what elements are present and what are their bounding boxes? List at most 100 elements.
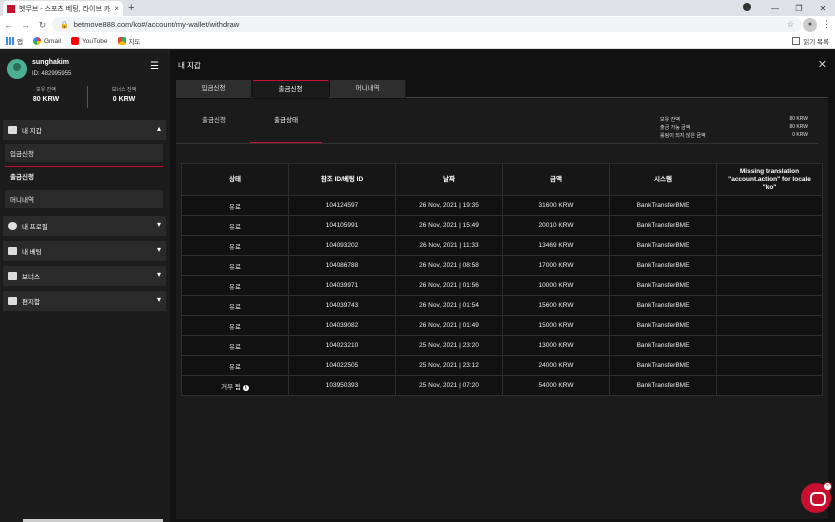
status-cell: 유료: [181, 195, 289, 216]
amount-cell: 54000 KRW: [502, 375, 610, 396]
avatar[interactable]: [7, 59, 27, 79]
bookmark-star-icon[interactable]: ☆: [787, 20, 794, 29]
browser-menu-icon[interactable]: ⋮: [822, 19, 831, 30]
close-tab-icon[interactable]: ×: [114, 4, 119, 13]
subtab-withdraw-request[interactable]: 출금신청: [178, 107, 250, 143]
status-cell-text: 유료: [229, 283, 241, 291]
amount-cell-text: 15600 KRW: [538, 302, 574, 309]
sidebar-item-bets[interactable]: 내 베팅 ▾: [3, 241, 166, 261]
sidebar-item-bonus[interactable]: 보너스 ▾: [3, 266, 166, 286]
status-cell-text: 유료: [229, 263, 241, 271]
reload-icon[interactable]: ↻: [34, 20, 51, 31]
profile-icon[interactable]: ●: [803, 18, 817, 32]
sidebar-item-profile[interactable]: 내 프로필 ▾: [3, 216, 166, 236]
date-cell: 26 Nov, 2021 | 15:49: [395, 215, 503, 236]
chat-close-badge[interactable]: ×: [823, 482, 832, 491]
status-cell: 유료: [181, 315, 289, 336]
bonus-label: 보너스 잔액: [111, 87, 137, 93]
status-cell-text: 거부 됨: [221, 383, 241, 391]
subtab-withdraw-status[interactable]: 출금상태: [250, 107, 322, 143]
tab-deposit[interactable]: 입금신청: [176, 80, 252, 98]
reference-id-cell-text: 104039743: [325, 302, 359, 309]
reading-list-button[interactable]: 읽기 목록: [792, 36, 829, 46]
tab-money-history[interactable]: 머니내역: [330, 80, 406, 98]
action-cell[interactable]: [716, 355, 823, 376]
bookmark-maps[interactable]: 지도: [117, 36, 140, 46]
date-cell: 26 Nov, 2021 | 19:35: [395, 195, 503, 216]
sidebar-item-withdraw[interactable]: 출금신청: [5, 167, 163, 185]
bookmark-gmail[interactable]: Gmail: [32, 37, 61, 45]
action-cell[interactable]: [716, 235, 823, 256]
tab-withdraw[interactable]: 출금신청: [253, 80, 329, 98]
status-cell: 유료: [181, 295, 289, 316]
address-bar[interactable]: 🔒 betmove888.com/ko#/account/my-wallet/w…: [52, 17, 802, 32]
amount-cell-text: 20010 KRW: [538, 222, 574, 229]
chevron-down-icon: ▾: [156, 295, 161, 304]
lock-icon: 🔒: [60, 21, 69, 29]
system-cell-text: BankTransferBME: [636, 282, 690, 289]
action-cell[interactable]: [716, 195, 823, 216]
system-cell: BankTransferBME: [609, 375, 717, 396]
action-cell[interactable]: [716, 275, 823, 296]
action-cell[interactable]: [716, 295, 823, 316]
action-cell[interactable]: [716, 255, 823, 276]
sidebar-item-deposit[interactable]: 입금신청: [5, 144, 163, 162]
reference-id-cell-text: 103950393: [325, 382, 359, 389]
system-cell-text: BankTransferBME: [636, 302, 690, 309]
system-cell-text: BankTransferBME: [636, 202, 690, 209]
user-card: sunghakim ID: 482995955 ☰: [7, 58, 163, 84]
status-cell: 유료: [181, 335, 289, 356]
bookmark-apps[interactable]: 앱: [6, 36, 23, 46]
status-cell-text: 유료: [229, 223, 241, 231]
system-cell: BankTransferBME: [609, 335, 717, 356]
action-cell[interactable]: [716, 335, 823, 356]
reference-id-cell: 104124597: [288, 195, 396, 216]
browser-tab[interactable]: 벳무브 - 스포츠 베팅, 라이브 카지노 ×: [3, 1, 123, 16]
date-cell-text: 26 Nov, 2021 | 01:54: [419, 302, 479, 309]
new-tab-button[interactable]: +: [128, 2, 134, 14]
system-cell: BankTransferBME: [609, 235, 717, 256]
chevron-down-icon: ▾: [156, 270, 161, 279]
action-cell[interactable]: [716, 215, 823, 236]
back-icon[interactable]: ←: [0, 20, 17, 30]
date-cell-text: 26 Nov, 2021 | 11:33: [419, 242, 479, 249]
reference-id-cell-text: 104039971: [325, 282, 359, 289]
date-cell-text: 26 Nov, 2021 | 15:49: [419, 222, 479, 229]
minimize-button[interactable]: —: [763, 4, 787, 13]
balance-value: 80 KRW: [32, 96, 60, 103]
reference-id-cell: 104086788: [288, 255, 396, 276]
system-cell: BankTransferBME: [609, 315, 717, 336]
sidebar-item-wallet[interactable]: 내 지갑 ▴: [3, 120, 166, 140]
forward-icon[interactable]: →: [17, 20, 34, 30]
date-cell: 26 Nov, 2021 | 08:58: [395, 255, 503, 276]
amount-cell: 24000 KRW: [502, 355, 610, 376]
close-window-button[interactable]: ✕: [811, 4, 835, 13]
amount-cell-text: 15000 KRW: [538, 322, 574, 329]
url-text: betmove888.com/ko#/account/my-wallet/wit…: [73, 20, 240, 29]
info-icon[interactable]: i: [242, 384, 249, 391]
reference-id-cell: 104105991: [288, 215, 396, 236]
reference-id-cell-text: 104039082: [325, 322, 359, 329]
bookmark-youtube[interactable]: YouTube: [70, 37, 108, 45]
table-row: 유료 104022505 25 Nov, 2021 | 23:12 24000 KRW…: [181, 355, 823, 376]
table-row: 유료 104124597 26 Nov, 2021 | 19:35 31600 KRW…: [181, 195, 823, 216]
sidebar-item-money-history[interactable]: 머니내역: [5, 190, 163, 208]
status-cell-text: 유료: [229, 303, 241, 311]
maximize-button[interactable]: ❐: [787, 4, 811, 13]
column-header-action: Missing translation "account.action" for…: [716, 163, 823, 196]
date-cell: 26 Nov, 2021 | 01:54: [395, 295, 503, 316]
page-title: 내 지갑: [178, 61, 201, 70]
amount-cell: 15000 KRW: [502, 315, 610, 336]
menu-toggle-icon[interactable]: ☰: [150, 61, 159, 72]
active-indicator: [5, 166, 163, 167]
action-cell[interactable]: [716, 315, 823, 336]
browser-tab-title: 벳무브 - 스포츠 베팅, 라이브 카지노: [19, 5, 111, 13]
date-cell-text: 26 Nov, 2021 | 01:56: [419, 282, 479, 289]
date-cell: 25 Nov, 2021 | 23:12: [395, 355, 503, 376]
close-icon[interactable]: ✕: [818, 58, 827, 71]
action-cell[interactable]: [716, 375, 823, 396]
record-icon[interactable]: [739, 3, 763, 13]
app: sunghakim ID: 482995955 ☰ 보유 잔액 80 KRW 보…: [0, 50, 835, 522]
sidebar-item-messages[interactable]: 편지함 ▾: [3, 291, 166, 311]
envelope-icon: [8, 297, 17, 305]
